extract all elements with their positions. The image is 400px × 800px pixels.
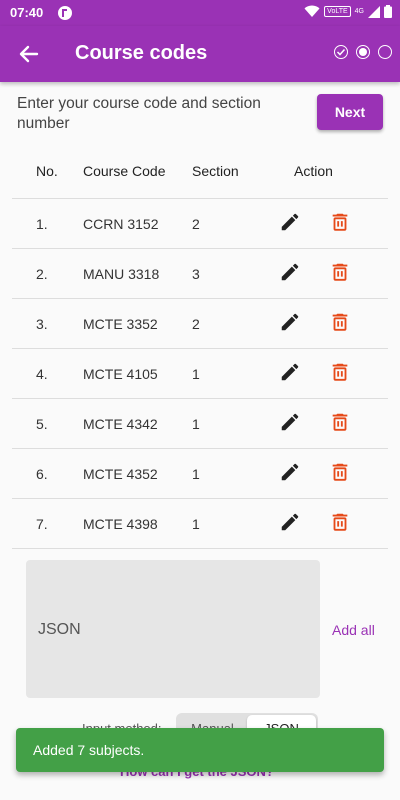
table-row: 6. MCTE 4352 1 xyxy=(12,448,388,498)
pencil-icon xyxy=(279,311,301,336)
course-code: MCTE 4398 xyxy=(83,516,158,532)
section-number: 1 xyxy=(192,516,200,532)
volte-badge: VoLTE xyxy=(324,6,351,17)
course-code: CCRN 3152 xyxy=(83,216,159,232)
status-bar: 07:40 VoLTE 4G xyxy=(0,0,400,26)
app-bar: Course codes xyxy=(0,26,400,82)
delete-button[interactable] xyxy=(328,261,352,285)
row-number: 1. xyxy=(36,216,48,232)
table-row: 4. MCTE 4105 1 xyxy=(12,348,388,398)
row-number: 6. xyxy=(36,466,48,482)
row-number: 5. xyxy=(36,416,48,432)
json-placeholder: JSON xyxy=(38,621,81,638)
row-number: 3. xyxy=(36,316,48,332)
section-number: 1 xyxy=(192,416,200,432)
trash-icon xyxy=(329,311,351,336)
course-table: No. Course Code Section Action 1. CCRN 31… xyxy=(12,150,388,549)
trash-icon xyxy=(329,361,351,386)
radio-unchecked-icon xyxy=(378,45,392,59)
table-row: 2. MANU 3318 3 xyxy=(12,248,388,298)
table-row: 1. CCRN 3152 2 xyxy=(12,198,388,248)
app-notification-icon xyxy=(58,6,72,20)
status-time: 07:40 xyxy=(10,5,44,20)
trash-icon xyxy=(329,461,351,486)
edit-button[interactable] xyxy=(278,211,302,235)
course-code: MCTE 4352 xyxy=(83,466,158,482)
row-number: 2. xyxy=(36,266,48,282)
edit-button[interactable] xyxy=(278,411,302,435)
delete-button[interactable] xyxy=(328,411,352,435)
status-icons: VoLTE 4G xyxy=(304,5,392,18)
json-input[interactable]: JSON xyxy=(26,560,320,698)
check-circle-icon xyxy=(334,45,348,59)
pencil-icon xyxy=(279,361,301,386)
table-body: 1. CCRN 3152 2 2. MANU 3318 3 3. MCTE 3352 2 4. MC… xyxy=(12,198,388,549)
section-number: 2 xyxy=(192,316,200,332)
pencil-icon xyxy=(279,211,301,236)
course-code: MCTE 4342 xyxy=(83,416,158,432)
header-course-code: Course Code xyxy=(83,163,166,179)
section-number: 2 xyxy=(192,216,200,232)
pencil-icon xyxy=(279,511,301,536)
course-code: MCTE 4105 xyxy=(83,366,158,382)
add-all-button[interactable]: Add all xyxy=(332,622,375,638)
delete-button[interactable] xyxy=(328,211,352,235)
delete-button[interactable] xyxy=(328,461,352,485)
table-row: 7. MCTE 4398 1 xyxy=(12,498,388,549)
delete-button[interactable] xyxy=(328,311,352,335)
arrow-back-icon xyxy=(19,45,39,63)
table-header: No. Course Code Section Action xyxy=(12,150,388,198)
pencil-icon xyxy=(279,411,301,436)
table-row: 3. MCTE 3352 2 xyxy=(12,298,388,348)
battery-icon xyxy=(384,5,392,18)
course-code: MANU 3318 xyxy=(83,266,160,282)
edit-button[interactable] xyxy=(278,511,302,535)
trash-icon xyxy=(329,211,351,236)
pencil-icon xyxy=(279,461,301,486)
delete-button[interactable] xyxy=(328,361,352,385)
course-code: MCTE 3352 xyxy=(83,316,158,332)
header-action: Action xyxy=(294,163,333,179)
step-indicator xyxy=(334,45,392,59)
row-number: 4. xyxy=(36,366,48,382)
back-button[interactable] xyxy=(14,40,44,68)
trash-icon xyxy=(329,261,351,286)
wifi-icon xyxy=(304,5,320,17)
radio-checked-icon xyxy=(356,45,370,59)
header-no: No. xyxy=(36,163,58,179)
snackbar: Added 7 subjects. xyxy=(16,728,384,772)
section-number: 3 xyxy=(192,266,200,282)
next-button[interactable]: Next xyxy=(317,94,383,130)
edit-button[interactable] xyxy=(278,261,302,285)
edit-button[interactable] xyxy=(278,461,302,485)
section-number: 1 xyxy=(192,466,200,482)
table-row: 5. MCTE 4342 1 xyxy=(12,398,388,448)
trash-icon xyxy=(329,411,351,436)
header-section: Section xyxy=(192,163,239,179)
signal-icon xyxy=(368,5,380,18)
section-number: 1 xyxy=(192,366,200,382)
network-type: 4G xyxy=(354,8,364,15)
snackbar-message: Added 7 subjects. xyxy=(33,742,145,758)
trash-icon xyxy=(329,511,351,536)
delete-button[interactable] xyxy=(328,511,352,535)
page-title: Course codes xyxy=(75,42,208,64)
instruction-text: Enter your course code and section numbe… xyxy=(17,95,261,132)
pencil-icon xyxy=(279,261,301,286)
row-number: 7. xyxy=(36,516,48,532)
edit-button[interactable] xyxy=(278,311,302,335)
edit-button[interactable] xyxy=(278,361,302,385)
